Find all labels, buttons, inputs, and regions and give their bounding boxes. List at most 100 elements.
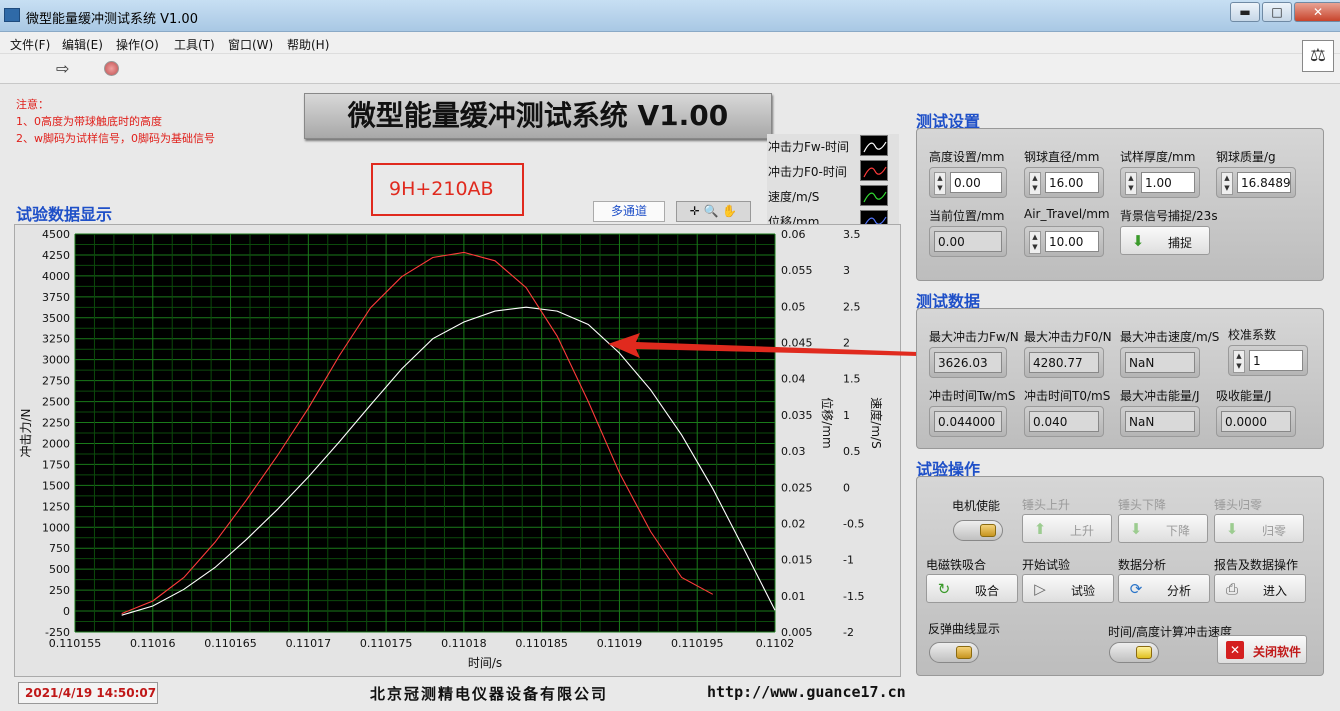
minimize-button[interactable]: ▬ bbox=[1230, 2, 1260, 22]
absorbed-energy-label: 吸收能量/J bbox=[1216, 389, 1272, 403]
legend-label: 速度/m/S bbox=[768, 190, 820, 204]
position-indicator: 0.00 bbox=[929, 226, 1007, 257]
legend-label: 冲击力F0-时间 bbox=[768, 165, 847, 179]
crosshair-icon[interactable]: ✛ bbox=[690, 204, 700, 218]
vi-logo-icon: ⚖ bbox=[1302, 40, 1334, 72]
speed-calc-label: 时间/高度计算冲击速度 bbox=[1108, 625, 1233, 639]
close-software-button[interactable]: ✕ 关闭软件 bbox=[1217, 635, 1307, 664]
spin-arrows-icon[interactable]: ▲ ▼ bbox=[1029, 172, 1041, 195]
spin-arrows-icon[interactable]: ▲ ▼ bbox=[1029, 231, 1041, 254]
y2-tick-label: 0.055 bbox=[781, 264, 813, 277]
settings-panel: 高度设置/mm ▲ ▼ 0.00 钢球直径/mm ▲ ▼ 16.00 试样厚度/mm ▲… bbox=[916, 128, 1324, 281]
y3-tick-label: 1 bbox=[843, 409, 850, 422]
y-tick-label: 1250 bbox=[42, 500, 70, 513]
legend-item[interactable]: 速度/m/S bbox=[767, 184, 899, 208]
start-test-button[interactable]: ▷ 试验 bbox=[1022, 574, 1114, 603]
legend-item[interactable]: 冲击力F0-时间 bbox=[767, 159, 899, 183]
speed-calc-toggle[interactable] bbox=[1109, 642, 1159, 663]
hammer-down-button[interactable]: ⬇ 下降 bbox=[1118, 514, 1208, 543]
menu-edit[interactable]: 编辑(E) bbox=[62, 36, 103, 53]
analysis-button[interactable]: ⟳ 分析 bbox=[1118, 574, 1210, 603]
report-label: 报告及数据操作 bbox=[1214, 558, 1299, 572]
hammer-home-label: 锤头归零 bbox=[1214, 498, 1263, 512]
y-tick-label: 0 bbox=[63, 605, 70, 618]
plot-legend: 冲击力Fw-时间 冲击力F0-时间 速度/m/S 位移/mm bbox=[767, 134, 899, 235]
air-travel-label: Air_Travel/mm bbox=[1024, 207, 1110, 221]
down-arrow-icon: ⬇ bbox=[1129, 520, 1143, 538]
report-button[interactable]: ⎙ 进入 bbox=[1214, 574, 1306, 603]
magnet-button[interactable]: ↻ 吸合 bbox=[926, 574, 1018, 603]
impact-time-tw-value: 0.044000 bbox=[934, 411, 1002, 432]
y2-tick-label: 0.05 bbox=[781, 300, 806, 313]
x-tick-label: 0.11016 bbox=[130, 637, 176, 650]
air-travel-control[interactable]: ▲ ▼ 10.00 bbox=[1024, 226, 1104, 257]
height-input[interactable]: 0.00 bbox=[950, 172, 1002, 193]
ball-mass-control[interactable]: ▲ ▼ 16.8489 bbox=[1216, 167, 1296, 198]
menu-window[interactable]: 窗口(W) bbox=[228, 36, 273, 53]
calibration-control[interactable]: ▲ ▼ 1 bbox=[1228, 345, 1308, 376]
stop-icon[interactable] bbox=[104, 61, 119, 76]
app-icon bbox=[4, 8, 20, 22]
graph-palette[interactable]: ✛ 🔍 ✋ bbox=[676, 201, 751, 222]
y2-tick-label: 0.01 bbox=[781, 590, 806, 603]
y3-tick-label: 2.5 bbox=[843, 300, 861, 313]
status-bar: 2021/4/19 14:50:07 北京冠测精电仪器设备有限公司 http:/… bbox=[14, 680, 1324, 706]
close-window-button[interactable]: ✕ bbox=[1294, 2, 1340, 22]
timestamp: 2021/4/19 14:50:07 bbox=[18, 682, 158, 704]
multichannel-button[interactable]: 多通道 bbox=[593, 201, 665, 222]
y-tick-label: 500 bbox=[49, 563, 70, 576]
spin-arrows-icon[interactable]: ▲ ▼ bbox=[1233, 350, 1245, 373]
impact-chart[interactable]: 4500425040003750350032503000275025002250… bbox=[14, 224, 901, 677]
spin-arrows-icon[interactable]: ▲ ▼ bbox=[1125, 172, 1137, 195]
thickness-input[interactable]: 1.00 bbox=[1141, 172, 1195, 193]
note-line-2: 2、w脚码为试样信号，0脚码为基础信号 bbox=[16, 132, 215, 145]
menu-tools[interactable]: 工具(T) bbox=[174, 36, 215, 53]
analysis-label: 数据分析 bbox=[1118, 558, 1167, 572]
y2-tick-label: 0.02 bbox=[781, 517, 806, 530]
hammer-home-button[interactable]: ⬇ 归零 bbox=[1214, 514, 1304, 543]
calibration-input[interactable]: 1 bbox=[1249, 350, 1303, 371]
height-control[interactable]: ▲ ▼ 0.00 bbox=[929, 167, 1007, 198]
thickness-label: 试样厚度/mm bbox=[1120, 150, 1196, 164]
hammer-up-label: 锤头上升 bbox=[1022, 498, 1071, 512]
y-tick-label: 4250 bbox=[42, 249, 70, 262]
up-arrow-icon: ⬆ bbox=[1033, 520, 1047, 538]
y2-tick-label: 0.025 bbox=[781, 481, 813, 494]
y3-tick-label: 1.5 bbox=[843, 373, 861, 386]
max-speed-label: 最大冲击速度/m/S bbox=[1120, 330, 1220, 344]
printer-icon: ⎙ bbox=[1225, 580, 1238, 598]
ball-mass-input[interactable]: 16.8489 bbox=[1237, 172, 1291, 193]
note-heading: 注意： bbox=[16, 98, 49, 111]
home-arrow-icon: ⬇ bbox=[1225, 520, 1239, 538]
thickness-control[interactable]: ▲ ▼ 1.00 bbox=[1120, 167, 1200, 198]
play-icon: ▷ bbox=[1034, 580, 1046, 598]
motor-enable-toggle[interactable] bbox=[953, 520, 1003, 541]
menu-bar: 文件(F) 编辑(E) 操作(O) 工具(T) 窗口(W) 帮助(H) bbox=[0, 32, 1340, 54]
spin-arrows-icon[interactable]: ▲ ▼ bbox=[934, 172, 946, 195]
run-arrow-icon[interactable]: ⇨ bbox=[56, 59, 69, 78]
y2-tick-label: 0.015 bbox=[781, 554, 813, 567]
hammer-up-button[interactable]: ⬆ 上升 bbox=[1022, 514, 1112, 543]
capture-button[interactable]: ⬇ 捕捉 bbox=[1120, 226, 1210, 255]
maximize-button[interactable]: □ bbox=[1262, 2, 1292, 22]
zoom-icon[interactable]: 🔍 bbox=[704, 204, 719, 218]
ball-diameter-control[interactable]: ▲ ▼ 16.00 bbox=[1024, 167, 1104, 198]
menu-help[interactable]: 帮助(H) bbox=[287, 36, 329, 53]
height-label: 高度设置/mm bbox=[929, 150, 1005, 164]
rebound-curve-toggle[interactable] bbox=[929, 642, 979, 663]
ball-diameter-input[interactable]: 16.00 bbox=[1045, 172, 1099, 193]
y3-tick-label: -0.5 bbox=[843, 517, 864, 530]
air-travel-input[interactable]: 10.00 bbox=[1045, 231, 1099, 252]
menu-file[interactable]: 文件(F) bbox=[10, 36, 50, 53]
hammer-down-label: 锤头下降 bbox=[1118, 498, 1167, 512]
y2-tick-label: 0.06 bbox=[781, 228, 806, 241]
spin-arrows-icon[interactable]: ▲ ▼ bbox=[1221, 172, 1233, 195]
menu-operate[interactable]: 操作(O) bbox=[116, 36, 159, 53]
legend-item[interactable]: 冲击力Fw-时间 bbox=[767, 134, 899, 158]
pan-hand-icon[interactable]: ✋ bbox=[722, 204, 737, 218]
max-force-fw-label: 最大冲击力Fw/N bbox=[929, 330, 1019, 344]
website-url[interactable]: http://www.guance17.cn bbox=[707, 683, 906, 701]
y2-tick-label: 0.04 bbox=[781, 373, 806, 386]
y-tick-label: 2750 bbox=[42, 375, 70, 388]
x-tick-label: 0.110155 bbox=[49, 637, 102, 650]
